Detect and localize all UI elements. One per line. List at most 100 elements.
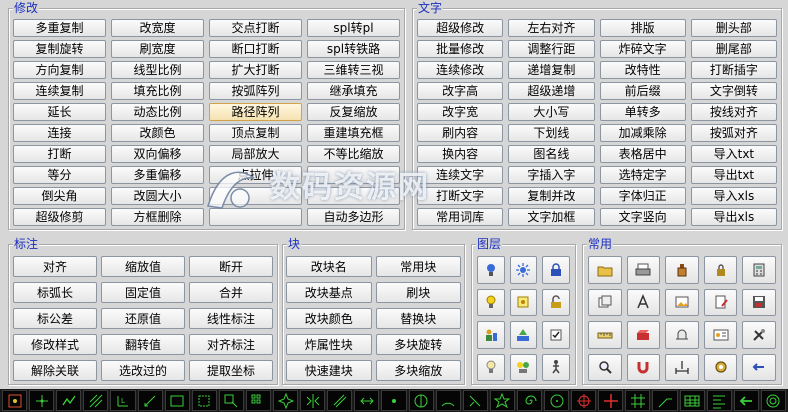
- dimension-button-10[interactable]: 翻转值: [101, 334, 185, 355]
- modify-button-15[interactable]: 继承填充: [307, 82, 400, 100]
- modify-button-25[interactable]: 双向偏移: [111, 145, 204, 163]
- dimension-button-14[interactable]: 提取坐标: [189, 360, 273, 381]
- tools-icon[interactable]: [742, 321, 776, 349]
- text-button-13[interactable]: 超级递增: [508, 82, 595, 100]
- modify-button-1[interactable]: 改宽度: [111, 19, 204, 37]
- modify-button-6[interactable]: 断口打断: [209, 40, 302, 58]
- text-button-29[interactable]: 字插入字: [508, 166, 595, 184]
- text-style-icon[interactable]: [626, 288, 661, 316]
- text-button-4[interactable]: 批量修改: [417, 40, 504, 58]
- sun-icon[interactable]: [509, 256, 538, 284]
- text-button-3[interactable]: 删头部: [690, 19, 777, 37]
- modify-button-36[interactable]: 超级修剪: [13, 208, 106, 226]
- modify-button-37[interactable]: 方框删除: [111, 208, 204, 226]
- hatch-icon[interactable]: [83, 390, 109, 411]
- dimension-button-3[interactable]: 标弧长: [13, 282, 97, 303]
- text-button-7[interactable]: 删尾部: [690, 40, 777, 58]
- text-button-31[interactable]: 导出txt: [690, 166, 777, 184]
- modify-button-32[interactable]: 倒尖角: [13, 187, 106, 205]
- text-button-5[interactable]: 调整行距: [508, 40, 595, 58]
- exit-icon[interactable]: [742, 353, 776, 381]
- block-button-9[interactable]: 多块缩放: [375, 360, 461, 381]
- modify-button-12[interactable]: 连续复制: [13, 82, 106, 100]
- dimension-icon[interactable]: L: [110, 390, 136, 411]
- text-button-10[interactable]: 改特性: [599, 61, 686, 79]
- layer-match-icon[interactable]: [509, 321, 538, 349]
- modify-button-20[interactable]: 连接: [13, 124, 106, 142]
- document-edit-icon[interactable]: [703, 288, 738, 316]
- back-arrow-icon[interactable]: [733, 390, 759, 411]
- modify-button-13[interactable]: 填充比例: [111, 82, 204, 100]
- text-button-33[interactable]: 复制并改: [508, 187, 595, 205]
- dimension-button-13[interactable]: 选改过的: [101, 360, 185, 381]
- bulb-off-icon[interactable]: [477, 353, 505, 381]
- modify-button-30[interactable]: 点拉伸: [209, 166, 302, 184]
- text-button-26[interactable]: 表格居中: [599, 145, 686, 163]
- layer-freeze-icon[interactable]: [509, 288, 538, 316]
- dimension-button-6[interactable]: 标公差: [13, 308, 97, 329]
- dimension-button-5[interactable]: 合并: [189, 282, 273, 303]
- text-button-17[interactable]: 大小写: [508, 103, 595, 121]
- arc-icon[interactable]: [435, 390, 461, 411]
- text-button-16[interactable]: 改字宽: [417, 103, 504, 121]
- dimension-button-8[interactable]: 线性标注: [189, 308, 273, 329]
- text-button-1[interactable]: 左右对齐: [508, 19, 595, 37]
- leader-icon[interactable]: [652, 390, 678, 411]
- print-icon[interactable]: [626, 256, 661, 284]
- modify-button-29[interactable]: 多重偏移: [111, 166, 204, 184]
- text-button-27[interactable]: 导入txt: [690, 145, 777, 163]
- text-button-37[interactable]: 文字加框: [508, 208, 595, 226]
- cross-icon[interactable]: [598, 390, 624, 411]
- circle-icon[interactable]: [544, 390, 570, 411]
- polyline-icon[interactable]: [56, 390, 82, 411]
- text-button-2[interactable]: 排版: [599, 19, 686, 37]
- calculator-icon[interactable]: [742, 256, 776, 284]
- text-button-6[interactable]: 炸碎文字: [599, 40, 686, 58]
- modify-button-7[interactable]: spl转铁路: [307, 40, 400, 58]
- modify-button-33[interactable]: 改圆大小: [111, 187, 204, 205]
- modify-button-17[interactable]: 动态比例: [111, 103, 204, 121]
- id-card-icon[interactable]: [703, 321, 738, 349]
- modify-button-18[interactable]: 路径阵列: [209, 103, 302, 121]
- ruler-icon[interactable]: [588, 321, 622, 349]
- image-icon[interactable]: [665, 288, 699, 316]
- text-button-11[interactable]: 打断插字: [690, 61, 777, 79]
- block-button-1[interactable]: 常用块: [375, 256, 461, 277]
- text-button-0[interactable]: 超级修改: [417, 19, 504, 37]
- modify-button-8[interactable]: 方向复制: [13, 61, 106, 79]
- unlock-icon[interactable]: [542, 288, 570, 316]
- block-button-8[interactable]: 快速建块: [286, 360, 372, 381]
- dimension-button-12[interactable]: 解除关联: [13, 360, 97, 381]
- modify-button-9[interactable]: 线型比例: [111, 61, 204, 79]
- modify-button-28[interactable]: 等分: [13, 166, 106, 184]
- compass-icon[interactable]: [408, 390, 434, 411]
- modify-button-4[interactable]: 复制旋转: [13, 40, 106, 58]
- modify-button-24[interactable]: 打断: [13, 145, 106, 163]
- gear-icon[interactable]: [703, 353, 738, 381]
- mirror-icon[interactable]: [300, 390, 326, 411]
- dimension-button-7[interactable]: 还原值: [101, 308, 185, 329]
- text-button-18[interactable]: 单转多: [599, 103, 686, 121]
- modify-button-0[interactable]: 多重复制: [13, 19, 106, 37]
- text-button-19[interactable]: 按线对齐: [690, 103, 777, 121]
- text-button-21[interactable]: 下划线: [508, 124, 595, 142]
- text-button-25[interactable]: 图名线: [508, 145, 595, 163]
- modify-button-21[interactable]: 改颜色: [111, 124, 204, 142]
- dimension-button-2[interactable]: 断开: [189, 256, 273, 277]
- dimension-button-11[interactable]: 对齐标注: [189, 334, 273, 355]
- modify-button-27[interactable]: 不等比缩放: [307, 145, 400, 163]
- modify-button-39[interactable]: 自动多边形: [307, 208, 400, 226]
- text-button-23[interactable]: 按弧对齐: [690, 124, 777, 142]
- bulb-yellow-icon[interactable]: [477, 288, 505, 316]
- spiral-icon[interactable]: [516, 390, 543, 411]
- stretch-icon[interactable]: [354, 390, 380, 411]
- table-icon[interactable]: [679, 390, 705, 411]
- block-button-0[interactable]: 改块名: [286, 256, 372, 277]
- modify-button-31[interactable]: [307, 166, 400, 184]
- explode-icon[interactable]: [273, 390, 299, 411]
- zoom-icon[interactable]: [588, 353, 622, 381]
- save-disk-icon[interactable]: [742, 288, 776, 316]
- dimension-button-1[interactable]: 缩放值: [101, 256, 185, 277]
- dimension-button-0[interactable]: 对齐: [13, 256, 97, 277]
- block-button-3[interactable]: 刷块: [375, 282, 461, 303]
